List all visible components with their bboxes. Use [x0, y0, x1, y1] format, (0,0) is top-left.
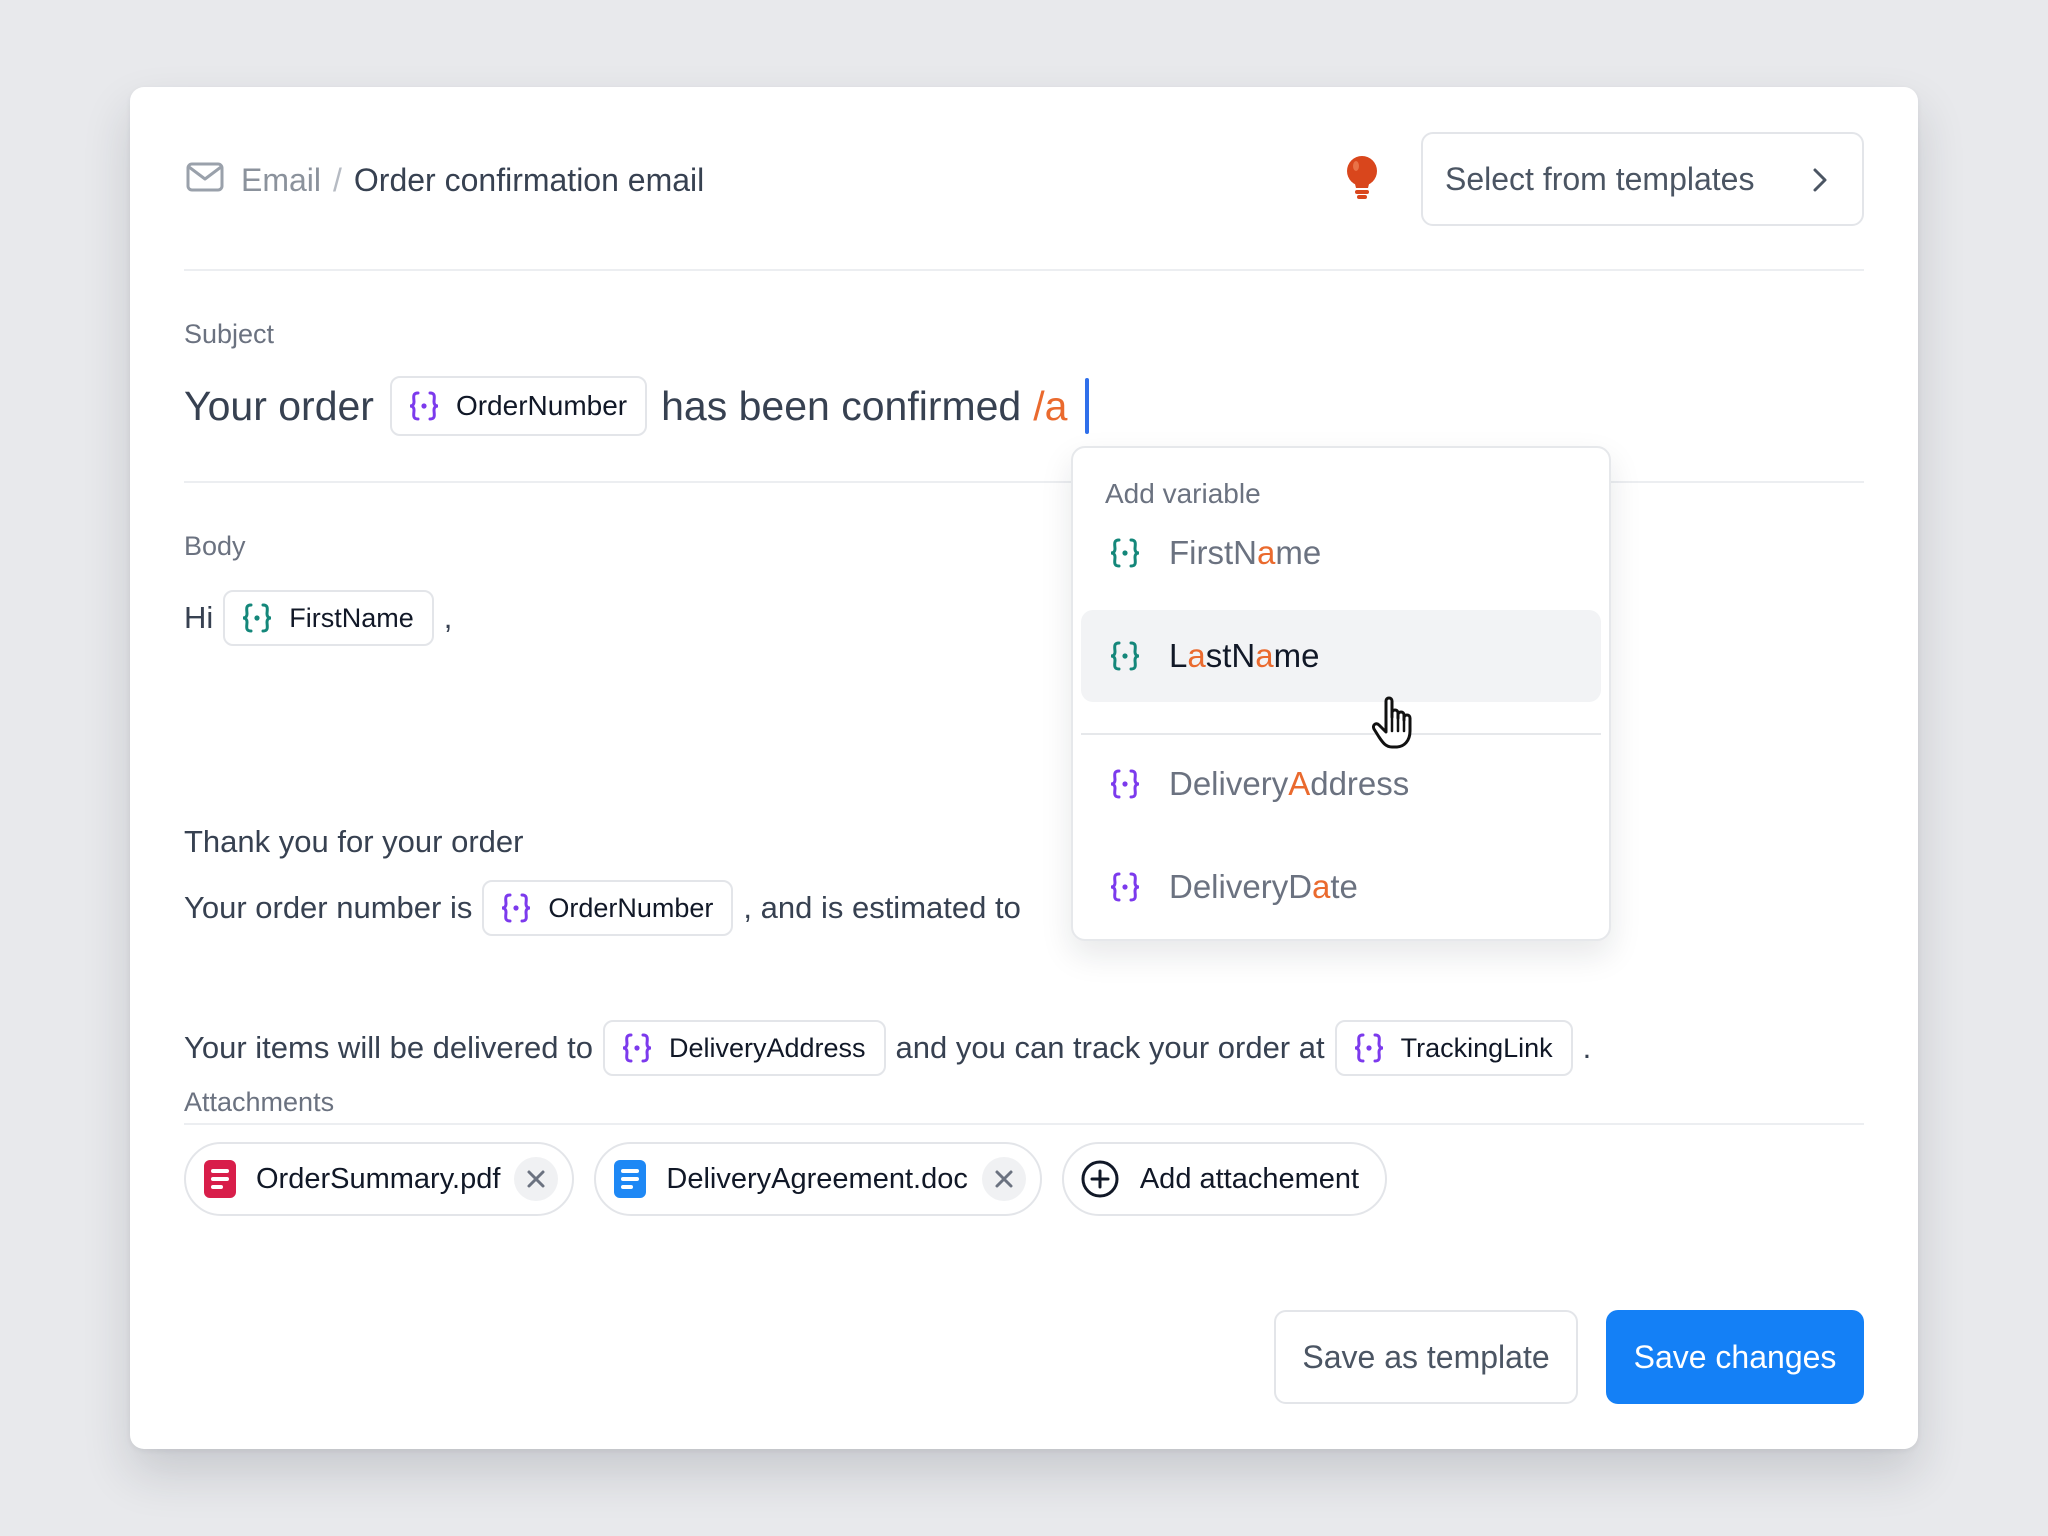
body-thanks-line[interactable]: Thank you for your order	[184, 812, 523, 872]
delivery-text: Your items will be delivered to	[184, 1030, 593, 1066]
slash-command: /a	[1033, 383, 1067, 430]
body-order-line[interactable]: Your order number is OrderNumber , and i…	[184, 878, 1021, 938]
variable-brace-icon	[1105, 764, 1145, 804]
body-label: Body	[184, 531, 246, 562]
attachment-name: OrderSummary.pdf	[256, 1163, 500, 1196]
tracking-text: and you can track your order at	[896, 1030, 1325, 1066]
variable-brace-icon	[496, 888, 536, 928]
plus-circle-icon	[1080, 1159, 1120, 1199]
body-delivery-line[interactable]: Your items will be delivered to Delivery…	[184, 1018, 1591, 1078]
firstname-variable-label: FirstName	[289, 603, 414, 634]
select-templates-button[interactable]: Select from templates	[1421, 132, 1864, 226]
breadcrumb: Email / Order confirmation email	[241, 160, 704, 200]
text-caret	[1085, 378, 1089, 434]
breadcrumb-email[interactable]: Email	[241, 162, 321, 198]
close-icon	[994, 1169, 1014, 1189]
variable-brace-icon	[1105, 533, 1145, 573]
pdf-file-icon	[204, 1160, 236, 1198]
attachment-name: DeliveryAgreement.doc	[666, 1163, 967, 1196]
variable-brace-icon	[404, 386, 444, 426]
delivery-period: .	[1583, 1030, 1592, 1066]
variable-option-deliverydate[interactable]: DeliveryDate	[1081, 841, 1601, 933]
greeting-text: Hi	[184, 600, 213, 636]
doc-file-icon	[614, 1160, 646, 1198]
chevron-right-icon	[1812, 167, 1828, 193]
add-variable-title: Add variable	[1105, 478, 1261, 510]
body-greeting-line[interactable]: Hi FirstName ,	[184, 588, 452, 648]
variable-brace-icon	[237, 598, 277, 638]
variable-brace-icon	[1349, 1028, 1389, 1068]
greeting-comma: ,	[444, 600, 453, 636]
attachments-label: Attachments	[184, 1087, 334, 1118]
breadcrumb-separator: /	[333, 162, 342, 198]
save-as-template-label: Save as template	[1302, 1339, 1549, 1376]
variable-brace-icon	[617, 1028, 657, 1068]
ordernumber-variable-label: OrderNumber	[548, 893, 713, 924]
save-changes-button[interactable]: Save changes	[1606, 1310, 1864, 1404]
deliveryaddress-variable-chip[interactable]: DeliveryAddress	[603, 1020, 886, 1076]
email-editor-card: Email / Order confirmation email Select fr…	[130, 87, 1918, 1449]
variable-brace-icon	[1105, 636, 1145, 676]
breadcrumb-current: Order confirmation email	[354, 162, 704, 198]
add-attachment-button[interactable]: Add attachement	[1062, 1142, 1387, 1216]
order-line-after-text: , and is estimated to	[743, 890, 1020, 926]
attachment-chip[interactable]: DeliveryAgreement.doc	[594, 1142, 1041, 1216]
lightbulb-icon[interactable]	[1342, 154, 1382, 200]
subject-label: Subject	[184, 319, 274, 350]
attachment-chip[interactable]: OrderSummary.pdf	[184, 1142, 574, 1216]
body-divider	[184, 1123, 1864, 1125]
pointer-hand-cursor-icon	[1370, 693, 1422, 751]
firstname-variable-chip[interactable]: FirstName	[223, 590, 434, 646]
remove-attachment-button[interactable]	[514, 1157, 558, 1201]
variable-option-label: DeliveryAddress	[1169, 765, 1409, 803]
variable-option-firstname[interactable]: FirstName	[1081, 507, 1601, 599]
add-variable-menu: Add variable FirstName LastName Delivery…	[1071, 446, 1611, 941]
variable-option-label: LastName	[1169, 637, 1319, 675]
save-changes-label: Save changes	[1634, 1339, 1837, 1376]
subject-text-before: Your order	[184, 383, 374, 430]
add-attachment-label: Add attachement	[1140, 1163, 1359, 1196]
close-icon	[526, 1169, 546, 1189]
variable-option-label: DeliveryDate	[1169, 868, 1358, 906]
subject-variable-label: OrderNumber	[456, 390, 627, 422]
remove-attachment-button[interactable]	[982, 1157, 1026, 1201]
subject-variable-chip[interactable]: OrderNumber	[390, 376, 647, 436]
trackinglink-variable-chip[interactable]: TrackingLink	[1335, 1020, 1573, 1076]
thanks-text: Thank you for your order	[184, 824, 523, 860]
save-as-template-button[interactable]: Save as template	[1274, 1310, 1578, 1404]
deliveryaddress-variable-label: DeliveryAddress	[669, 1033, 866, 1064]
variable-option-label: FirstName	[1169, 534, 1321, 572]
variable-option-lastname[interactable]: LastName	[1081, 610, 1601, 702]
mail-icon	[186, 162, 224, 192]
variable-option-deliveryaddress[interactable]: DeliveryAddress	[1081, 738, 1601, 830]
subject-field[interactable]: Your order OrderNumber has been confirme…	[184, 374, 1089, 438]
trackinglink-variable-label: TrackingLink	[1401, 1033, 1553, 1064]
ordernumber-variable-chip[interactable]: OrderNumber	[482, 880, 733, 936]
header-divider	[184, 269, 1864, 271]
subject-divider	[184, 481, 1864, 483]
menu-separator	[1081, 733, 1601, 735]
order-line-text: Your order number is	[184, 890, 472, 926]
select-templates-label: Select from templates	[1445, 161, 1754, 198]
editor-header: Email / Order confirmation email Select fr…	[184, 132, 1864, 226]
variable-brace-icon	[1105, 867, 1145, 907]
attachments-list: OrderSummary.pdf DeliveryAgreement.doc	[184, 1142, 1387, 1216]
subject-text-after: has been confirmed	[661, 383, 1021, 430]
